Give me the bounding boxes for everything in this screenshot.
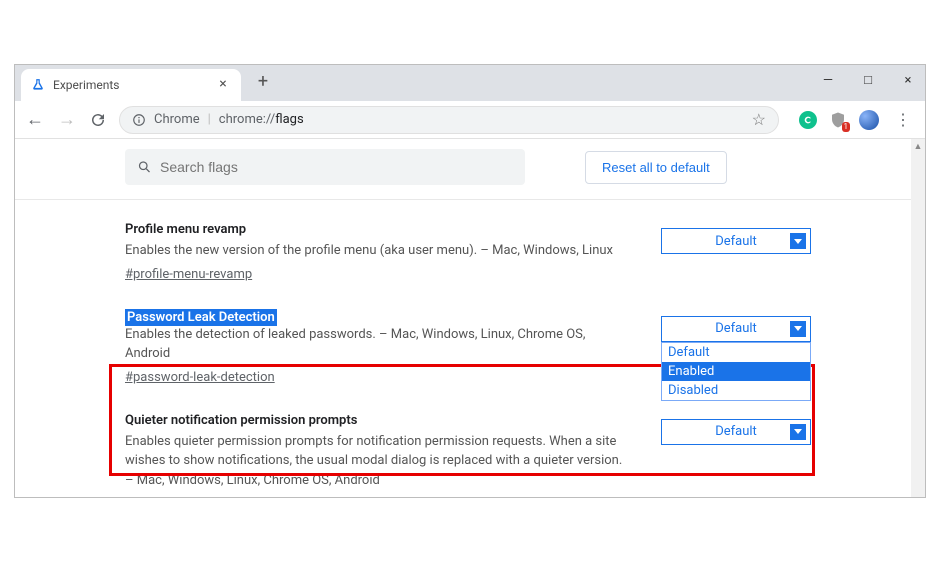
scrollbar[interactable]: ▲ <box>911 139 925 497</box>
flag-description: Enables the new version of the profile m… <box>125 241 631 261</box>
flag-title: Password Leak Detection <box>125 310 631 325</box>
flag-select-label: Default <box>662 424 810 439</box>
dropdown-option[interactable]: Default <box>662 343 810 362</box>
flag-hash-link[interactable]: #quiet-notification-prompts <box>125 496 631 497</box>
dropdown-option[interactable]: Disabled <box>662 381 810 400</box>
flag-dropdown: DefaultEnabledDisabled <box>661 342 811 401</box>
tab-title: Experiments <box>53 78 215 92</box>
new-tab-button[interactable]: + <box>251 71 275 95</box>
browser-tab[interactable]: Experiments × <box>21 69 241 101</box>
info-icon <box>132 113 146 127</box>
profile-avatar[interactable] <box>859 110 879 130</box>
flag-text: Quieter notification permission prompts E… <box>125 413 631 498</box>
back-button[interactable]: ← <box>25 109 45 130</box>
flag-item: Profile menu revamp Enables the new versi… <box>125 210 811 298</box>
extension-icons: 1 <box>799 110 879 130</box>
address-bar[interactable]: Chrome | chrome://flags ☆ <box>119 106 779 134</box>
flag-select[interactable]: Default <box>661 228 811 254</box>
omni-prefix: Chrome <box>154 112 200 127</box>
flag-text: Profile menu revamp Enables the new versi… <box>125 222 631 282</box>
flag-select[interactable]: Default <box>661 316 811 342</box>
flag-select-label: Default <box>662 321 810 336</box>
flags-header: Reset all to default <box>15 139 911 200</box>
minimize-button[interactable]: — <box>817 69 839 91</box>
chevron-down-icon <box>790 233 806 249</box>
flag-text: Password Leak DetectionEnables the detec… <box>125 310 631 385</box>
reset-all-button[interactable]: Reset all to default <box>585 151 727 184</box>
flag-title: Profile menu revamp <box>125 222 631 237</box>
browser-toolbar: ← → Chrome | chrome://flags ☆ 1 <box>15 101 925 139</box>
chevron-down-icon <box>790 321 806 337</box>
flag-title: Quieter notification permission prompts <box>125 413 631 428</box>
dropdown-option[interactable]: Enabled <box>662 362 810 381</box>
bookmark-star-icon[interactable]: ☆ <box>752 110 766 129</box>
omni-url: chrome://flags <box>219 112 304 127</box>
flag-item: Password Leak DetectionEnables the detec… <box>125 298 811 401</box>
flask-icon <box>31 78 45 92</box>
page-content: ▲ Reset all to default Profile menu reva… <box>15 139 925 497</box>
window-close-button[interactable]: × <box>897 69 919 91</box>
flag-select-wrap: DefaultDefaultEnabledDisabled <box>661 310 811 342</box>
flag-select-wrap: Default <box>661 413 811 445</box>
forward-button: → <box>57 109 77 130</box>
reload-button[interactable] <box>89 111 107 129</box>
flag-select-wrap: Default <box>661 222 811 254</box>
flag-select[interactable]: Default <box>661 419 811 445</box>
flag-hash-link[interactable]: #profile-menu-revamp <box>125 267 631 282</box>
flag-description: Enables the detection of leaked password… <box>125 325 631 364</box>
search-icon <box>137 159 152 175</box>
browser-window: Experiments × + — □ × ← → Chrome | chrom… <box>14 64 926 498</box>
search-flags-box[interactable] <box>125 149 525 185</box>
flag-hash-link[interactable]: #password-leak-detection <box>125 370 631 385</box>
chevron-down-icon <box>790 424 806 440</box>
extension-badge: 1 <box>842 122 851 132</box>
extension-adblock-icon[interactable]: 1 <box>829 111 847 129</box>
browser-menu-button[interactable]: ⋮ <box>891 110 915 129</box>
flag-description: Enables quieter permission prompts for n… <box>125 432 631 491</box>
window-controls: — □ × <box>817 69 919 91</box>
maximize-button[interactable]: □ <box>857 69 879 91</box>
search-input[interactable] <box>160 159 513 175</box>
flag-item: Quieter notification permission prompts E… <box>125 401 811 498</box>
scroll-up-icon[interactable]: ▲ <box>911 139 925 153</box>
extension-grammarly-icon[interactable] <box>799 111 817 129</box>
tab-close-button[interactable]: × <box>215 77 231 93</box>
tab-strip: Experiments × + — □ × <box>15 65 925 101</box>
flags-list: Profile menu revamp Enables the new versi… <box>15 200 911 497</box>
flag-select-label: Default <box>662 234 810 249</box>
